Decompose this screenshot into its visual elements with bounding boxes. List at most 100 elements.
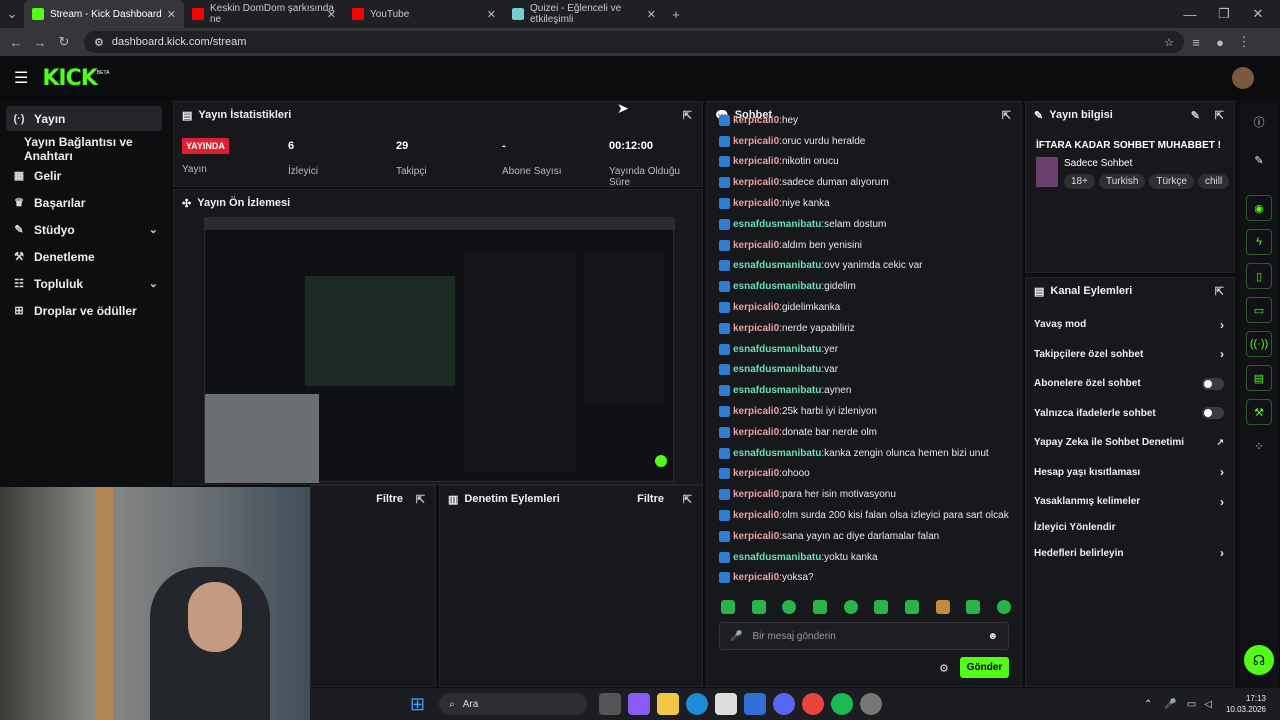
bookmark-star-icon[interactable]: ☆ (1164, 36, 1174, 49)
action-redirect-viewers[interactable]: İzleyici Yönlendir (1026, 517, 1234, 539)
mail-icon[interactable] (744, 693, 767, 715)
chat-username[interactable]: kerpicali0 (733, 406, 779, 417)
chat-message[interactable]: kerpicali0: 25k harbi iyi izleniyon (719, 401, 1015, 422)
sidebar-item-topluluk[interactable]: ☷ Topluluk ⌄ (0, 270, 170, 297)
emote-icon[interactable] (843, 600, 858, 614)
app-icon[interactable] (860, 693, 883, 715)
sidebar-item-denetleme[interactable]: ⚒ Denetleme (0, 243, 170, 270)
chat-message[interactable]: esnafdusmanibatu: kanka zengin olunca he… (719, 443, 1015, 464)
chat-message[interactable]: kerpicali0: ohooo (719, 464, 1015, 485)
chat-message[interactable]: esnafdusmanibatu: gidelim (719, 276, 1015, 297)
emote-icon[interactable] (751, 600, 766, 614)
chat-message-list[interactable]: kerpicali0: hey kerpicali0: oruc vurdu he… (719, 110, 1015, 588)
chat-username[interactable]: esnafdusmanibatu (733, 552, 821, 563)
new-tab-icon[interactable]: + (664, 7, 688, 22)
chat-username[interactable]: kerpicali0 (733, 489, 779, 500)
camera-icon[interactable]: ◉ (1246, 195, 1272, 221)
chat-username[interactable]: esnafdusmanibatu (733, 385, 821, 396)
chat-message[interactable]: kerpicali0: donate bar nerde olm (719, 422, 1015, 443)
emote-icon[interactable] (782, 600, 797, 614)
lightning-icon[interactable]: ϟ (1246, 229, 1272, 255)
emote-icon[interactable] (812, 600, 827, 614)
chat-username[interactable]: kerpicali0 (733, 510, 779, 521)
chat-message[interactable]: kerpicali0: yoksa? (719, 568, 1015, 588)
sidebar-item-droplar[interactable]: ⊞ Droplar ve ödüller (0, 297, 170, 324)
restore-icon[interactable]: ❐ (1212, 6, 1236, 22)
close-icon[interactable]: ✕ (487, 8, 496, 21)
emote-icon[interactable] (721, 600, 735, 614)
profile-icon[interactable]: ● (1208, 35, 1232, 50)
emote-icon[interactable] (966, 600, 981, 614)
chat-message[interactable]: kerpicali0: niye kanka (719, 193, 1015, 214)
chat-username[interactable]: esnafdusmanibatu (733, 219, 821, 230)
chat-username[interactable]: kerpicali0 (733, 572, 779, 583)
discord-icon[interactable] (773, 693, 796, 715)
popout-icon[interactable]: ⇱ (683, 493, 692, 506)
file-explorer-icon[interactable] (657, 693, 680, 715)
pencil-icon[interactable]: ✎ (1246, 147, 1272, 173)
filter-button[interactable]: Filtre (376, 493, 403, 505)
chat-message[interactable]: esnafdusmanibatu: aynen (719, 380, 1015, 401)
action-set-goals[interactable]: Hedefleri belirleyin › (1026, 539, 1234, 569)
document-icon[interactable]: ▯ (1246, 263, 1272, 289)
popout-icon[interactable]: ⇱ (416, 493, 425, 506)
tab-kick-dashboard[interactable]: Stream - Kick Dashboard ✕ (24, 0, 184, 28)
layout-icon[interactable]: ▤ (1246, 365, 1272, 391)
edit-pencil-icon[interactable]: ✎ (1191, 109, 1200, 122)
chat-username[interactable]: esnafdusmanibatu (733, 260, 821, 271)
chat-message[interactable]: esnafdusmanibatu: yer (719, 339, 1015, 360)
chat-username[interactable]: esnafdusmanibatu (733, 344, 821, 355)
nodes-icon[interactable]: ⁘ (1246, 433, 1272, 459)
chat-username[interactable]: kerpicali0 (733, 115, 779, 126)
kick-logo[interactable]: KICK (42, 66, 97, 91)
action-emotes-only[interactable]: Yalnızca ifadelerle sohbet (1026, 399, 1234, 429)
window-close-icon[interactable]: ✕ (1246, 6, 1270, 22)
task-view-icon[interactable] (599, 693, 622, 715)
sidebar-item-yayin[interactable]: (·) Yayın (6, 106, 162, 131)
emote-icon[interactable] (904, 600, 919, 614)
chat-username[interactable]: kerpicali0 (733, 468, 779, 479)
sidebar-item-basarilar[interactable]: ♛ Başarılar (0, 189, 170, 216)
sidebar-item-studyo[interactable]: ✎ Stüdyo ⌄ (0, 216, 170, 243)
popout-icon[interactable]: ⇱ (1215, 109, 1224, 122)
chat-username[interactable]: esnafdusmanibatu (733, 281, 821, 292)
chat-username[interactable]: kerpicali0 (733, 177, 779, 188)
emote-icon[interactable] (874, 600, 889, 614)
action-ai-moderation[interactable]: Yapay Zeka ile Sohbet Denetimi ↗ (1026, 428, 1234, 458)
emote-icon[interactable] (935, 600, 950, 614)
chat-message[interactable]: esnafdusmanibatu: var (719, 360, 1015, 381)
stream-preview-video[interactable] (204, 217, 675, 483)
extensions-icon[interactable]: ≡ (1184, 35, 1208, 50)
tray-chevron-icon[interactable]: ⌃ (1144, 699, 1152, 710)
chat-username[interactable]: kerpicali0 (733, 240, 779, 251)
close-icon[interactable]: ✕ (647, 8, 656, 21)
action-followers-only[interactable]: Takipçilere özel sohbet › (1026, 340, 1234, 370)
taskbar-clock[interactable]: 17:13 10.03.2026 (1226, 693, 1266, 715)
windows-start-icon[interactable]: ⊞ (410, 694, 425, 715)
chat-message[interactable]: kerpicali0: sadece duman alıyorum (719, 172, 1015, 193)
chat-message[interactable]: kerpicali0: para her isin motivasyonu (719, 484, 1015, 505)
volume-icon[interactable]: ◁ (1204, 699, 1212, 710)
chat-message[interactable]: kerpicali0: gidelimkanka (719, 297, 1015, 318)
chat-input[interactable]: 🎤 Bir mesaj gönderin ☻ (719, 622, 1009, 650)
sidebar-item-stream-key[interactable]: Yayın Bağlantısı ve Anahtarı (0, 135, 170, 163)
tab-quizei[interactable]: Quizei - Eğlenceli ve etkileşimli ✕ (504, 0, 664, 28)
close-icon[interactable]: ✕ (327, 8, 336, 21)
wrench-icon[interactable]: ⚒ (1246, 399, 1272, 425)
chat-username[interactable]: kerpicali0 (733, 531, 779, 542)
chat-message[interactable]: kerpicali0: oruc vurdu heralde (719, 131, 1015, 152)
chat-username[interactable]: esnafdusmanibatu (733, 364, 821, 375)
subscribers-only-toggle[interactable] (1202, 377, 1224, 390)
emoji-icon[interactable]: ☻ (987, 631, 998, 642)
chat-username[interactable]: kerpicali0 (733, 198, 779, 209)
edge-icon[interactable] (686, 693, 709, 715)
url-field[interactable]: ⚙ dashboard.kick.com/stream ☆ (84, 31, 1184, 53)
chat-icon[interactable]: ▭ (1246, 297, 1272, 323)
chat-username[interactable]: kerpicali0 (733, 323, 779, 334)
broadcast-icon[interactable]: ((·)) (1246, 331, 1272, 357)
chat-username[interactable]: kerpicali0 (733, 136, 779, 147)
back-icon[interactable]: ← (4, 35, 28, 50)
chat-username[interactable]: kerpicali0 (733, 427, 779, 438)
popout-icon[interactable]: ⇱ (1215, 285, 1224, 298)
send-button[interactable]: Gönder (960, 657, 1009, 678)
